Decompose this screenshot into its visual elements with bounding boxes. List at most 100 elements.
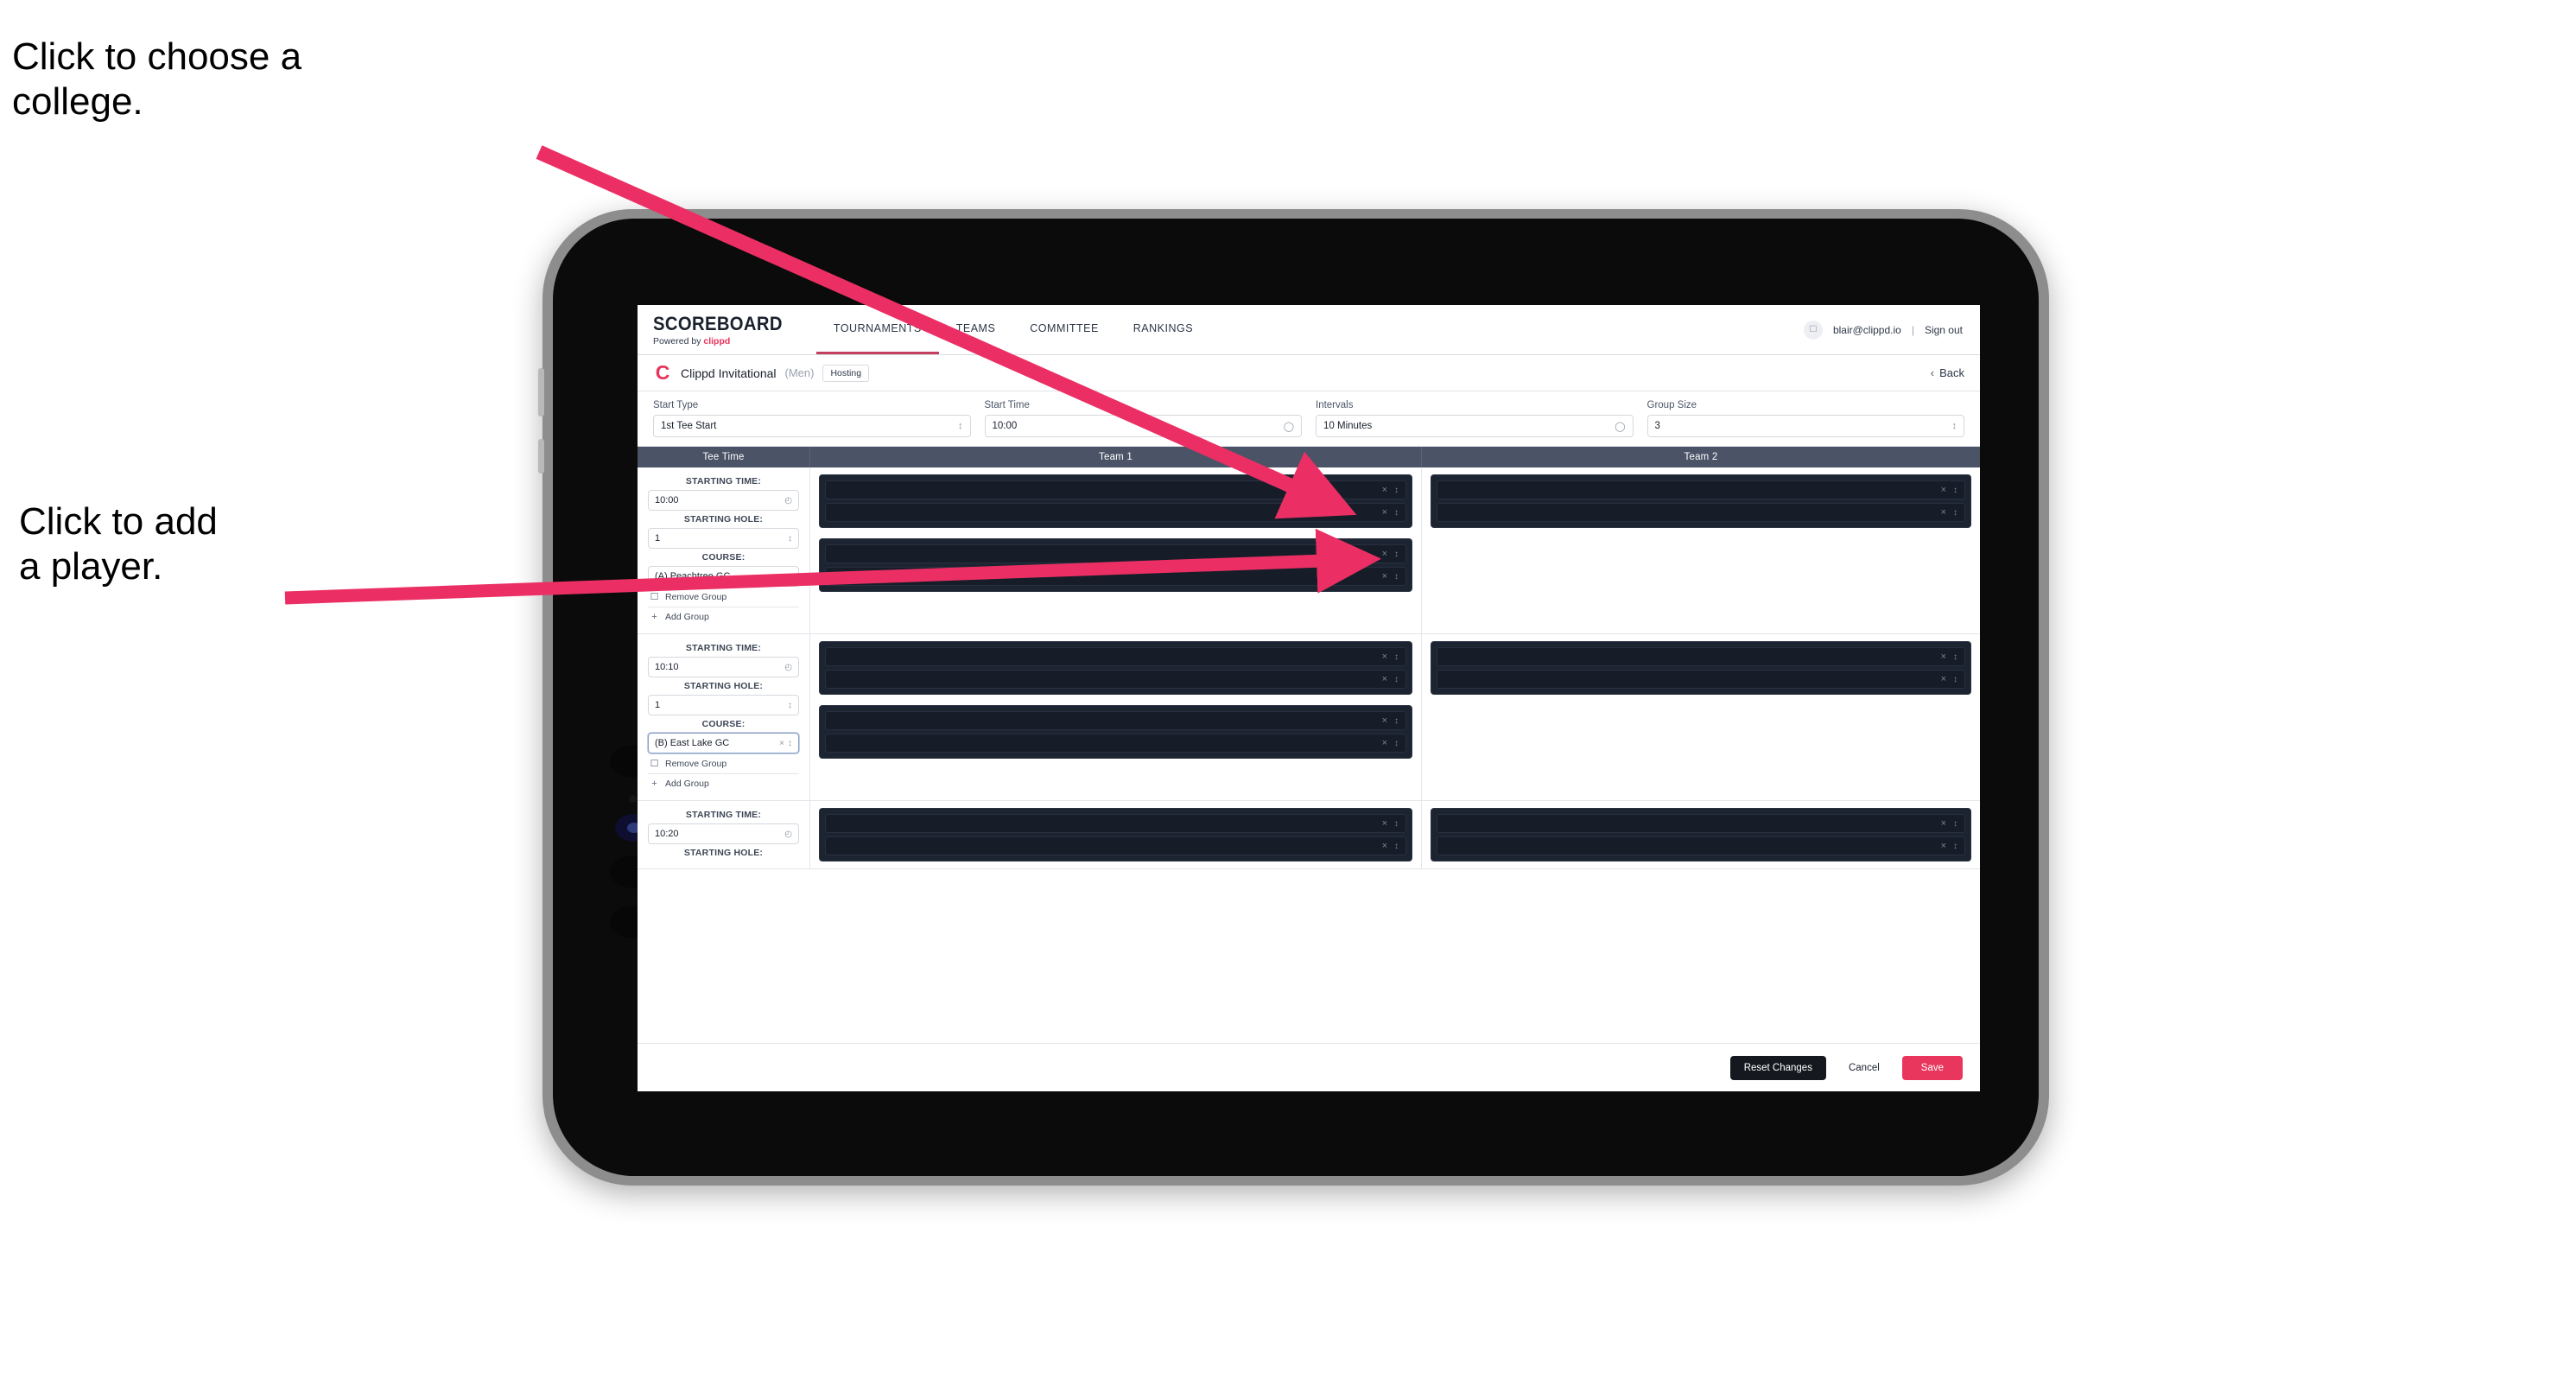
nav-tab-committee[interactable]: COMMITTEE <box>1012 305 1116 354</box>
stepper-icon[interactable]: ↕ <box>1953 508 1957 518</box>
column-header-team-1: Team 1 <box>810 447 1422 467</box>
clear-icon[interactable]: × <box>1382 652 1387 662</box>
tee-sheet-table: Tee Time Team 1 Team 2 STARTING TIME: 10:… <box>638 446 1980 1051</box>
trash-icon: ☐ <box>650 592 659 602</box>
player-slot[interactable]: × ↕ <box>825 734 1406 753</box>
trash-icon: ☐ <box>650 759 659 769</box>
player-slot[interactable]: × ↕ <box>825 647 1406 666</box>
player-slot[interactable]: × ↕ <box>825 670 1406 689</box>
player-slot[interactable]: × ↕ <box>825 480 1406 499</box>
starting-time-input[interactable]: 10:00 ◴ <box>648 490 799 511</box>
player-slot[interactable]: × ↕ <box>1437 647 1965 666</box>
starting-hole-input[interactable]: 1 ↕ <box>648 528 799 549</box>
chevron-left-icon: ‹ <box>1930 366 1935 379</box>
group-size-select[interactable]: 3 ↕ <box>1646 415 1964 437</box>
stepper-icon[interactable]: ↕ <box>1394 819 1399 829</box>
stepper-icon[interactable]: ↕ <box>1953 675 1957 684</box>
stepper-icon[interactable]: ↕ <box>1394 652 1399 662</box>
stepper-icon[interactable]: ↕ <box>1394 716 1399 726</box>
player-slot[interactable]: × ↕ <box>1437 836 1965 855</box>
stepper-icon[interactable]: ↕ <box>1953 842 1957 851</box>
stepper-icon[interactable]: ↕ <box>1953 652 1957 662</box>
stepper-icon[interactable]: ↕ <box>1953 486 1957 495</box>
remove-group-button[interactable]: ☐ Remove Group <box>648 753 799 774</box>
stepper-icon[interactable]: ↕ <box>1394 550 1399 559</box>
player-slot[interactable]: × ↕ <box>825 836 1406 855</box>
stepper-icon[interactable]: ↕ <box>1394 572 1399 582</box>
stepper-icon[interactable]: ↕ <box>1394 508 1399 518</box>
back-link[interactable]: ‹ Back <box>1931 366 1964 379</box>
player-group: × ↕ × ↕ <box>819 808 1412 861</box>
clear-icon[interactable]: × <box>1941 818 1946 829</box>
stepper-icon[interactable]: ↕ <box>1953 819 1957 829</box>
player-group: × ↕ × ↕ <box>1431 474 1971 528</box>
account-email: blair@clippd.io <box>1832 323 1901 336</box>
player-slot[interactable]: × ↕ <box>1437 480 1965 499</box>
player-slot[interactable]: × ↕ <box>825 711 1406 730</box>
add-group-button[interactable]: + Add Group <box>648 607 799 626</box>
start-type-select[interactable]: 1st Tee Start ↕ <box>653 415 971 437</box>
player-slot[interactable]: × ↕ <box>1437 814 1965 833</box>
back-label: Back <box>1939 366 1964 379</box>
stepper-icon: ↕ <box>788 571 792 582</box>
clear-icon[interactable]: × <box>1941 485 1946 495</box>
clear-icon[interactable]: × <box>1382 485 1387 495</box>
player-slot[interactable]: × ↕ <box>825 544 1406 563</box>
starting-time-input[interactable]: 10:20 ◴ <box>648 823 799 844</box>
user-avatar-icon[interactable]: ☐ <box>1803 320 1823 340</box>
nav-tab-tournaments[interactable]: TOURNAMENTS <box>815 305 939 354</box>
clear-icon[interactable]: × <box>1382 841 1387 851</box>
clock-icon: ◯ <box>1615 421 1626 432</box>
stepper-icon: ↕ <box>788 533 792 544</box>
course-select[interactable]: (A) Peachtree GC × ↕ <box>648 566 799 587</box>
start-type-value: 1st Tee Start <box>661 421 717 431</box>
clear-icon[interactable]: × <box>1382 715 1387 726</box>
player-group: × ↕ × ↕ <box>819 705 1412 759</box>
player-slot[interactable]: × ↕ <box>1437 670 1965 689</box>
stepper-icon: ↕ <box>788 700 792 710</box>
add-group-button[interactable]: + Add Group <box>648 774 799 793</box>
clear-icon[interactable]: × <box>1941 507 1946 518</box>
player-slot[interactable]: × ↕ <box>825 814 1406 833</box>
clock-icon: ◴ <box>784 829 792 839</box>
nav-tab-teams[interactable]: TEAMS <box>939 305 1013 354</box>
save-button[interactable]: Save <box>1901 1055 1963 1080</box>
clear-icon[interactable]: × <box>1382 549 1387 559</box>
starting-time-label: STARTING TIME: <box>685 476 762 486</box>
sign-out-link[interactable]: Sign out <box>1925 324 1963 336</box>
starting-time-input[interactable]: 10:10 ◴ <box>648 657 799 677</box>
volume-down-button <box>538 439 544 474</box>
clear-icon[interactable]: × <box>1941 841 1946 851</box>
clear-icon[interactable]: × <box>779 739 784 748</box>
course-select[interactable]: (B) East Lake GC × ↕ <box>648 733 799 753</box>
stepper-icon[interactable]: ↕ <box>1394 739 1399 748</box>
starting-time-input-value: 10:00 <box>655 495 679 505</box>
clear-icon[interactable]: × <box>1382 738 1387 748</box>
stepper-icon: ↕ <box>958 421 963 431</box>
stepper-icon[interactable]: ↕ <box>1394 486 1399 495</box>
starting-hole-input[interactable]: 1 ↕ <box>648 695 799 715</box>
stepper-icon[interactable]: ↕ <box>1394 675 1399 684</box>
nav-tab-rankings[interactable]: RANKINGS <box>1116 305 1210 354</box>
clear-icon[interactable]: × <box>1941 652 1946 662</box>
player-slot[interactable]: × ↕ <box>825 503 1406 522</box>
cancel-button[interactable]: Cancel <box>1838 1056 1890 1080</box>
reset-changes-button[interactable]: Reset Changes <box>1729 1055 1826 1080</box>
player-slot[interactable]: × ↕ <box>825 567 1406 586</box>
clear-icon[interactable]: × <box>779 572 784 582</box>
intervals-input[interactable]: 10 Minutes ◯ <box>1316 415 1634 437</box>
starting-time-label: STARTING TIME: <box>685 643 762 653</box>
clear-icon[interactable]: × <box>1382 674 1387 684</box>
control-intervals-label: Intervals <box>1316 400 1354 410</box>
clear-icon[interactable]: × <box>1941 674 1946 684</box>
start-time-input[interactable]: 10:00 ◯ <box>984 415 1302 437</box>
clear-icon[interactable]: × <box>1382 818 1387 829</box>
clear-icon[interactable]: × <box>1382 571 1387 582</box>
brand-subtitle: Powered by clippd <box>653 336 794 346</box>
brand-logo[interactable]: SCOREBOARD Powered by clippd <box>653 305 816 354</box>
stepper-icon[interactable]: ↕ <box>1394 842 1399 851</box>
tournament-header-bar: C Clippd Invitational (Men) Hosting ‹ Ba… <box>638 355 1980 391</box>
player-slot[interactable]: × ↕ <box>1437 503 1965 522</box>
clear-icon[interactable]: × <box>1382 507 1387 518</box>
remove-group-button[interactable]: ☐ Remove Group <box>648 587 799 607</box>
